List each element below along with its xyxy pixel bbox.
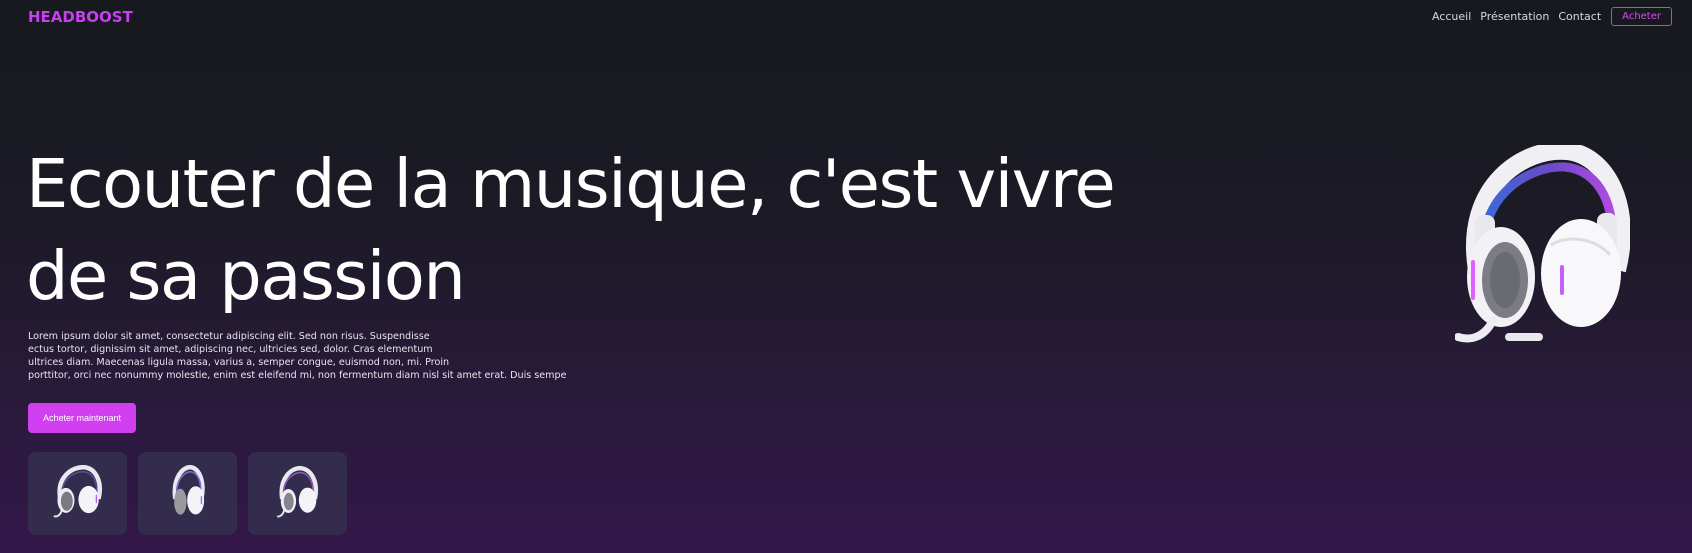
hero-title: Ecouter de la musique, c'est vivre de sa… bbox=[26, 145, 1116, 315]
buy-now-button[interactable]: Acheter maintenant bbox=[28, 403, 136, 433]
product-thumbnails bbox=[28, 452, 358, 535]
hero-description: Lorem ipsum dolor sit amet, consectetur … bbox=[28, 330, 628, 382]
product-thumbnail-3[interactable] bbox=[248, 452, 347, 535]
hero-description-line: ectus tortor, dignissim sit amet, adipis… bbox=[28, 344, 433, 355]
headset-icon bbox=[1454, 141, 1631, 343]
hero-headset-image bbox=[1454, 141, 1631, 350]
nav-link-contact[interactable]: Contact bbox=[1558, 10, 1601, 23]
hero-description-line: ultrices diam. Maecenas ligula massa, va… bbox=[28, 357, 450, 368]
nav-link-presentation[interactable]: Présentation bbox=[1480, 10, 1549, 23]
nav-link-accueil[interactable]: Accueil bbox=[1432, 10, 1471, 23]
product-thumbnail-2[interactable] bbox=[138, 452, 237, 535]
nav-links: Accueil Présentation Contact Acheter bbox=[1423, 7, 1672, 26]
product-thumbnail-1[interactable] bbox=[28, 452, 127, 535]
hero-description-line: porttitor, orci nec nonummy molestie, en… bbox=[28, 370, 567, 381]
top-navbar: HEADBOOST Accueil Présentation Contact A… bbox=[0, 0, 1692, 34]
hero-description-line: Lorem ipsum dolor sit amet, consectetur … bbox=[28, 331, 430, 342]
brand-logo[interactable]: HEADBOOST bbox=[28, 8, 133, 26]
headset-icon bbox=[52, 464, 102, 517]
acheter-button[interactable]: Acheter bbox=[1611, 7, 1672, 26]
headset-icon bbox=[276, 465, 318, 517]
headset-icon bbox=[172, 464, 205, 515]
